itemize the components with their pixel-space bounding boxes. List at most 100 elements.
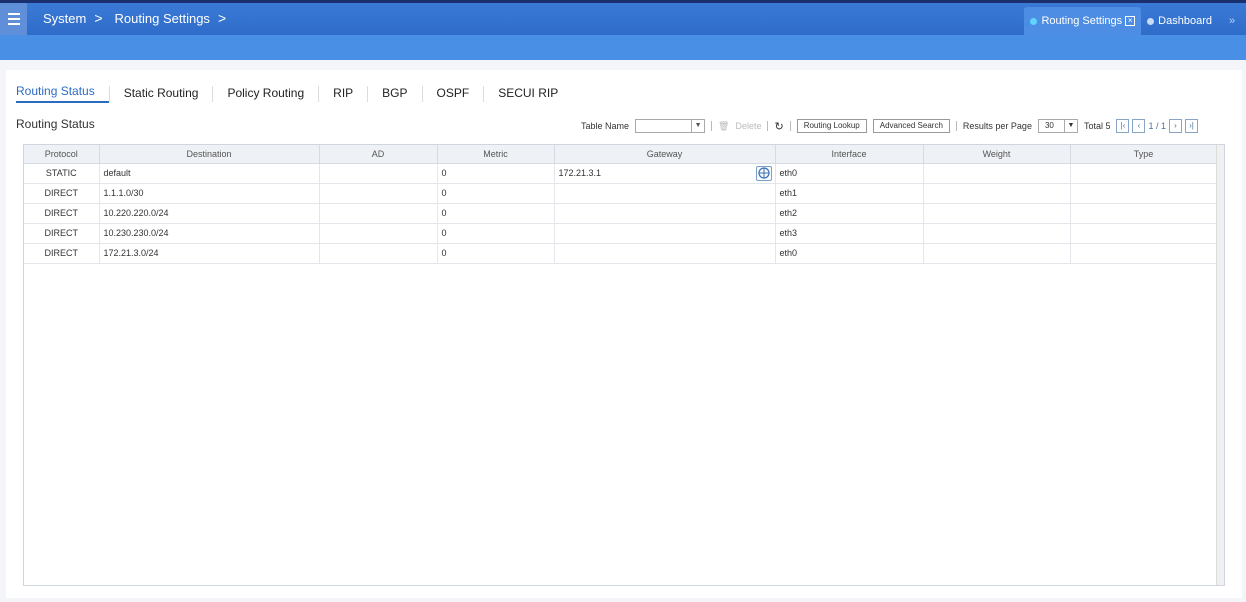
tab-policy-routing[interactable]: Policy Routing <box>212 85 318 102</box>
cell-interface: eth0 <box>775 243 924 264</box>
cell-gateway <box>554 183 776 204</box>
close-icon[interactable]: × <box>1125 16 1136 26</box>
cell-ad <box>319 203 438 224</box>
tab-secui-rip[interactable]: SECUI RIP <box>483 85 572 102</box>
cell-gateway: 172.21.3.1 <box>554 163 776 184</box>
table-header-row: Protocol Destination AD Metric Gateway I… <box>24 145 1218 164</box>
gateway-value: 172.21.3.1 <box>558 168 602 178</box>
column-header-metric[interactable]: Metric <box>437 145 555 164</box>
chevron-right-icon: > <box>217 10 227 26</box>
prev-page-icon[interactable]: ‹ <box>1132 119 1146 133</box>
table-row[interactable]: DIRECT 10.230.230.0/24 0 eth3 <box>24 223 1218 244</box>
breadcrumb-routing-settings[interactable]: Routing Settings <box>115 11 210 26</box>
column-header-ad[interactable]: AD <box>319 145 438 164</box>
cell-destination: default <box>99 163 320 184</box>
column-header-destination[interactable]: Destination <box>99 145 320 164</box>
status-dot-icon <box>1147 17 1155 25</box>
window-tab-dashboard[interactable]: Dashboard <box>1141 7 1218 35</box>
column-header-gateway[interactable]: Gateway <box>554 145 776 164</box>
cell-weight <box>923 223 1071 244</box>
cell-type <box>1070 243 1218 264</box>
cell-weight <box>923 183 1071 204</box>
cell-gateway <box>554 203 776 224</box>
cell-destination: 1.1.1.0/30 <box>99 183 320 204</box>
cell-gateway <box>554 243 776 264</box>
cell-interface: eth1 <box>775 183 924 204</box>
cell-destination: 10.220.220.0/24 <box>99 203 320 224</box>
breadcrumb-system[interactable]: System <box>43 11 86 26</box>
table-row[interactable]: DIRECT 10.220.220.0/24 0 eth2 <box>24 203 1218 224</box>
trash-icon: 🗑 <box>718 120 730 131</box>
tab-bgp[interactable]: BGP <box>367 85 421 102</box>
next-page-icon[interactable]: › <box>1169 119 1182 133</box>
cell-ad <box>319 183 438 204</box>
table-row[interactable]: DIRECT 1.1.1.0/30 0 eth1 <box>24 183 1218 204</box>
cell-metric: 0 <box>437 223 555 244</box>
results-per-page-label: Results per Page <box>962 121 1032 131</box>
cell-interface: eth2 <box>775 203 924 224</box>
routing-nav-tabs: Routing Status Static Routing Policy Rou… <box>16 84 572 103</box>
cell-ad <box>319 223 438 244</box>
cell-metric: 0 <box>437 163 555 184</box>
advanced-search-button[interactable]: Advanced Search <box>872 119 950 133</box>
results-per-page-select[interactable]: 30 ▼ <box>1037 119 1078 133</box>
divider <box>789 121 791 131</box>
cell-protocol: DIRECT <box>24 183 100 204</box>
tab-routing-status[interactable]: Routing Status <box>16 84 109 103</box>
cell-interface: eth3 <box>775 223 924 244</box>
refresh-icon[interactable]: ↻ <box>774 120 783 133</box>
cell-protocol: STATIC <box>24 163 100 184</box>
cell-type <box>1070 183 1218 204</box>
cell-weight <box>923 243 1071 264</box>
breadcrumb: System > Routing Settings > <box>43 10 226 26</box>
column-header-protocol[interactable]: Protocol <box>24 145 100 164</box>
tab-static-routing[interactable]: Static Routing <box>108 85 213 102</box>
divider <box>955 121 957 131</box>
cell-destination: 10.230.230.0/24 <box>99 223 320 244</box>
column-header-weight[interactable]: Weight <box>923 145 1071 164</box>
cell-protocol: DIRECT <box>24 223 100 244</box>
sub-header-bar <box>0 35 1246 60</box>
chevron-right-icon: > <box>94 10 103 26</box>
column-header-type[interactable]: Type <box>1070 145 1218 164</box>
cell-protocol: DIRECT <box>24 203 100 224</box>
table-row[interactable]: STATIC default 0 172.21.3.1 eth0 <box>24 163 1218 184</box>
cell-metric: 0 <box>437 203 555 224</box>
window-tabs: Routing Settings × Dashboard » <box>1024 3 1246 35</box>
divider <box>711 121 713 131</box>
tab-rip[interactable]: RIP <box>318 85 367 102</box>
cell-interface: eth0 <box>775 163 924 184</box>
table-row[interactable]: DIRECT 172.21.3.0/24 0 eth0 <box>24 243 1218 264</box>
cell-gateway <box>554 223 776 244</box>
chevron-down-icon: ▼ <box>1063 120 1077 132</box>
tab-ospf[interactable]: OSPF <box>421 85 484 102</box>
cell-type <box>1070 203 1218 224</box>
cell-metric: 0 <box>437 243 555 264</box>
page-indicator: 1 / 1 <box>1148 121 1166 131</box>
top-header: System > Routing Settings > Routing Sett… <box>0 0 1246 35</box>
section-title: Routing Status <box>16 117 95 131</box>
window-tab-routing-settings[interactable]: Routing Settings × <box>1024 7 1142 35</box>
cell-weight <box>923 203 1071 224</box>
table-name-select[interactable]: ▼ <box>635 119 706 133</box>
routing-lookup-button[interactable]: Routing Lookup <box>796 119 867 133</box>
first-page-icon[interactable]: |‹ <box>1116 119 1130 133</box>
chevron-down-icon: ▼ <box>691 120 704 132</box>
delete-button[interactable]: Delete <box>735 121 761 131</box>
gateway-lookup-icon[interactable] <box>755 165 772 181</box>
cell-ad <box>319 243 438 264</box>
status-dot-icon <box>1030 17 1038 25</box>
menu-icon[interactable] <box>0 3 27 35</box>
routing-table-container: Protocol Destination AD Metric Gateway I… <box>23 144 1225 586</box>
column-header-interface[interactable]: Interface <box>775 145 924 164</box>
results-per-page-value: 30 <box>1044 121 1054 130</box>
cell-type <box>1070 163 1218 184</box>
cell-weight <box>923 163 1071 184</box>
more-tabs-icon[interactable]: » <box>1218 7 1246 35</box>
last-page-icon[interactable]: ›| <box>1185 119 1198 133</box>
cell-type <box>1070 223 1218 244</box>
vertical-scrollbar[interactable] <box>1216 145 1224 585</box>
cell-metric: 0 <box>437 183 555 204</box>
window-tab-label: Dashboard <box>1158 15 1212 27</box>
table-name-label: Table Name <box>581 121 630 131</box>
